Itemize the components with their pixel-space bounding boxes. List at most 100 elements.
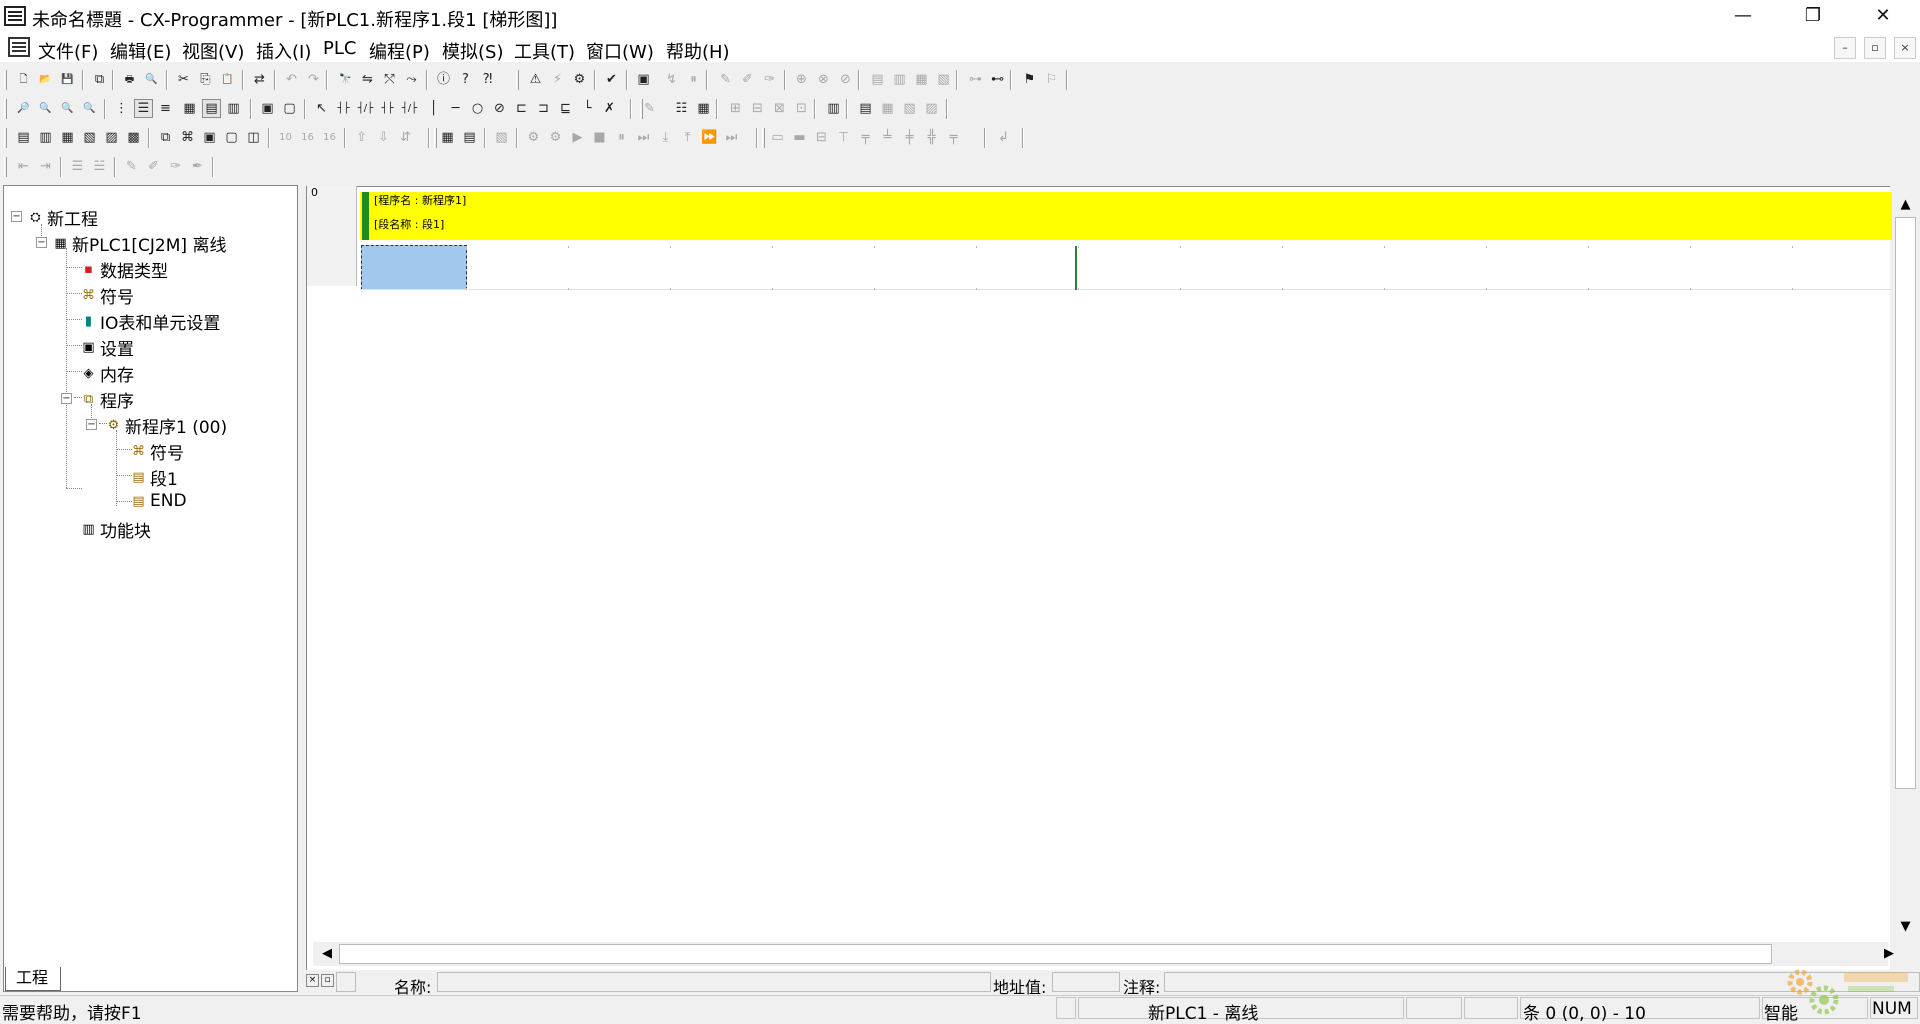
new-or-closed-contact-icon[interactable]: ┤/├ [400, 99, 419, 118]
delete-line-icon[interactable]: ✗ [600, 99, 619, 118]
menu-insert[interactable]: 插入(I) [256, 38, 311, 64]
line-connect-icon[interactable]: └ [578, 99, 597, 118]
jump-icon[interactable]: ⤳ [402, 70, 421, 89]
zoom-select-icon[interactable]: 🔍 [80, 99, 99, 118]
ladder-editor[interactable] [306, 186, 1890, 972]
expand-toggle-program1[interactable]: − [86, 419, 97, 430]
align-left-icon[interactable]: ☰ [68, 157, 87, 176]
tree-plc[interactable]: ▦ 新PLC1[CJ2M] 离线 [52, 231, 226, 256]
sim-start-icon[interactable]: ⚑ [1020, 70, 1039, 89]
diff-up-icon[interactable]: ⊠ [770, 99, 789, 118]
tool-a-icon[interactable]: ✎ [122, 157, 141, 176]
document-icon[interactable] [8, 37, 30, 57]
redo-icon[interactable]: ↷ [304, 70, 323, 89]
tree-symbols[interactable]: ⌘ 符号 [80, 283, 134, 308]
cascade-icon[interactable]: ▤ [14, 128, 33, 147]
help-icon[interactable]: ? [456, 70, 475, 89]
symbol-table-icon[interactable]: ▥ [824, 99, 843, 118]
new-contact-icon[interactable]: ┤├ [334, 99, 353, 118]
step-in-icon[interactable]: ⤓ [656, 128, 675, 147]
break-clear-icon[interactable]: ▬ [790, 128, 809, 147]
memory-table-icon[interactable]: ▧ [900, 99, 919, 118]
library-icon[interactable]: ▣ [200, 128, 219, 147]
tree-io-table[interactable]: ▮ IO表和单元设置 [80, 309, 220, 334]
force-off-icon[interactable]: ⊘ [836, 70, 855, 89]
menu-file[interactable]: 文件(F) [38, 38, 98, 64]
scan-run-icon[interactable]: ⏭ [722, 128, 741, 147]
info-close-button[interactable]: × [306, 974, 319, 987]
set-contact-icon[interactable]: ⊞ [726, 99, 745, 118]
undo-icon[interactable]: ↶ [282, 70, 301, 89]
run-mode-icon[interactable]: ▧ [492, 128, 511, 147]
tree-program1[interactable]: ⚙ 新程序1 (00) [105, 413, 227, 438]
online-edit-cancel-icon[interactable]: ✐ [738, 70, 757, 89]
section-icon[interactable]: ▢ [222, 128, 241, 147]
align-right-icon[interactable]: ☱ [90, 157, 109, 176]
menu-window[interactable]: 窗口(W) [586, 38, 654, 64]
new-coil-icon[interactable]: ○ [468, 99, 487, 118]
return-icon[interactable]: ↲ [994, 128, 1013, 147]
split-icon[interactable]: ▧ [80, 128, 99, 147]
tree-section1[interactable]: ▤ 段1 [130, 465, 177, 490]
warning-icon[interactable]: ⚠ [526, 70, 545, 89]
tri-clear-icon[interactable]: ╬ [922, 128, 941, 147]
expand-toggle-plc[interactable]: − [36, 237, 47, 248]
sim-debug-icon[interactable]: ⚙ [524, 128, 543, 147]
tree-data-types[interactable]: ▪ 数据类型 [80, 257, 168, 282]
step-icon[interactable]: ↯ [662, 70, 681, 89]
select-mode-icon[interactable]: ↖ [312, 99, 331, 118]
compare-plc-icon[interactable]: ⇵ [396, 128, 415, 147]
save-icon[interactable]: 💾 [58, 70, 77, 89]
program-check-icon[interactable]: ✔ [602, 70, 621, 89]
expand-toggle-root[interactable]: − [11, 211, 22, 222]
arrange-icon[interactable]: ▦ [58, 128, 77, 147]
horizontal-scrollbar[interactable]: ◀ ▶ [313, 942, 1894, 966]
outdent-icon[interactable]: ⇥ [36, 157, 55, 176]
window-list-icon[interactable]: ▨ [102, 128, 121, 147]
tree-settings[interactable]: ▣ 设置 [80, 335, 134, 360]
break-all-icon[interactable]: ⊟ [812, 128, 831, 147]
zoom-in-icon[interactable]: 🔍 [36, 99, 55, 118]
properties-icon[interactable]: ▩ [124, 128, 143, 147]
tree-program1-symbols[interactable]: ⌘ 符号 [130, 439, 184, 464]
tri-top-icon[interactable]: ⊤ [834, 128, 853, 147]
hex-16-icon[interactable]: 16 [298, 128, 317, 147]
online-icon[interactable]: ⚡ [548, 70, 567, 89]
watch-window-icon[interactable]: ▣ [258, 99, 277, 118]
scroll-left-button[interactable]: ◀ [315, 942, 339, 966]
indent-icon[interactable]: ⇤ [14, 157, 33, 176]
new-pe-icon[interactable]: ⊐ [534, 99, 553, 118]
print-icon[interactable]: 🖶 [120, 70, 139, 89]
open-folder-icon[interactable]: 📂 [36, 70, 55, 89]
menu-edit[interactable]: 编辑(E) [110, 38, 171, 64]
app-icon[interactable] [4, 6, 26, 26]
diff-down-icon[interactable]: ⊡ [792, 99, 811, 118]
new-closed-coil-icon[interactable]: ⊘ [490, 99, 509, 118]
grid-icon[interactable]: ⋮ [112, 99, 131, 118]
zoom-fit-icon[interactable]: 🔎 [14, 99, 33, 118]
compare-icon[interactable]: ⧉ [90, 70, 109, 89]
cut-icon[interactable]: ✂ [174, 70, 193, 89]
fb-table-icon[interactable]: ▨ [922, 99, 941, 118]
menu-tools[interactable]: 工具(T) [514, 38, 575, 64]
break-point-icon[interactable]: ▭ [768, 128, 787, 147]
name-field[interactable] [437, 972, 991, 992]
cross-ref-icon[interactable]: ⤲ [380, 70, 399, 89]
io-monitor-icon[interactable]: ⊷ [988, 70, 1007, 89]
tool-c-icon[interactable]: ✑ [166, 157, 185, 176]
online-edit-icon[interactable]: ✎ [716, 70, 735, 89]
rung-comment-band[interactable] [360, 192, 1892, 240]
mdi-close-button[interactable]: × [1894, 37, 1916, 59]
horizontal-scroll-thumb[interactable] [339, 944, 1772, 964]
sim-settings-icon[interactable]: ⚙ [546, 128, 565, 147]
vertical-scroll-thumb[interactable] [1895, 217, 1916, 789]
new-file-icon[interactable]: 🗋 [14, 70, 33, 89]
find-replace-icon[interactable]: ⇋ [358, 70, 377, 89]
minimize-button[interactable]: — [1714, 0, 1772, 34]
pause-sim-icon[interactable]: ⏸ [612, 128, 631, 147]
hex-10-icon[interactable]: 10 [276, 128, 295, 147]
online-edit-send-icon[interactable]: ✑ [760, 70, 779, 89]
output-window-icon[interactable]: ▥ [224, 99, 243, 118]
info-icon[interactable]: ⓘ [434, 70, 453, 89]
scroll-up-button[interactable]: ▲ [1893, 193, 1918, 217]
